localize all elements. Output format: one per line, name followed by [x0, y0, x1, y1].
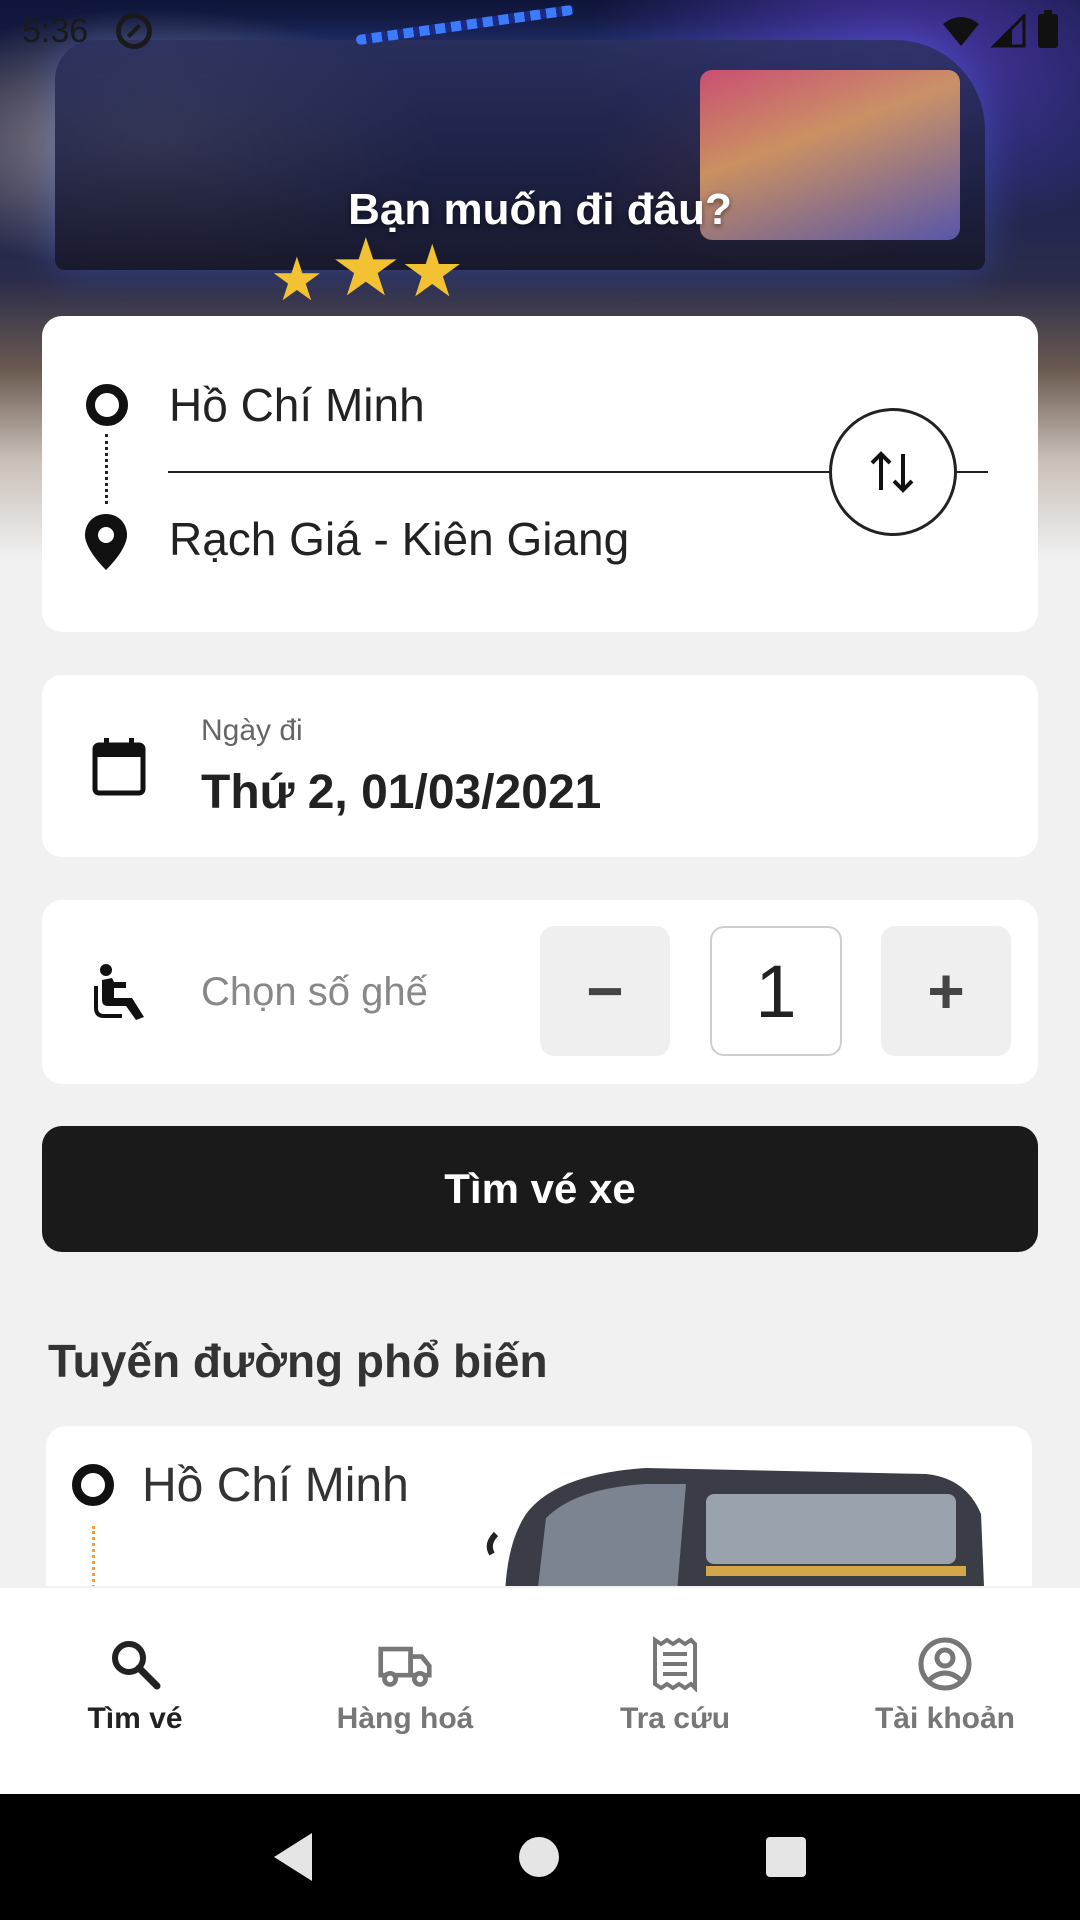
seat-label: Chọn số ghế [201, 970, 428, 1014]
nav-hang-hoa[interactable]: Hàng hoá [270, 1588, 540, 1794]
destination-field[interactable]: Rạch Giá - Kiên Giang [169, 512, 629, 566]
account-icon [918, 1637, 972, 1691]
search-icon [112, 1641, 161, 1690]
origin-circle-icon [86, 384, 128, 426]
calendar-icon [92, 738, 146, 796]
date-label: Ngày đi [201, 714, 303, 747]
popular-route-card[interactable]: Hồ Chí Minh [46, 1426, 1032, 1586]
seat-icon [94, 964, 144, 1020]
nav-label: Tìm vé [87, 1702, 183, 1735]
swap-arrows-icon [870, 451, 914, 493]
route-connector [105, 434, 108, 504]
swap-route-button[interactable] [829, 408, 957, 536]
location-pin-icon [85, 514, 127, 570]
battery-icon [1038, 10, 1058, 48]
status-bar: 5:36 [0, 0, 1080, 62]
hero-title: Bạn muốn đi đâu? [348, 185, 732, 234]
route-connector [92, 1526, 95, 1586]
nav-tra-cuu[interactable]: Tra cứu [540, 1588, 810, 1794]
origin-field[interactable]: Hồ Chí Minh [169, 378, 425, 432]
status-time: 5:36 [22, 11, 89, 50]
nav-label: Tài khoản [874, 1702, 1016, 1735]
truck-icon [378, 1646, 432, 1687]
nav-label: Tra cứu [619, 1702, 731, 1735]
star-icon: ★ [330, 223, 402, 312]
decrease-seat-button[interactable]: − [540, 926, 670, 1056]
dnd-icon [116, 13, 153, 49]
home-icon[interactable] [518, 1837, 559, 1877]
date-card[interactable]: Ngày đi Thứ 2, 01/03/2021 [42, 675, 1038, 857]
bus-image [486, 1468, 984, 1586]
cell-signal-icon [990, 14, 1026, 48]
recent-apps-icon[interactable] [766, 1837, 807, 1877]
wifi-icon [943, 17, 979, 46]
nav-tai-khoan[interactable]: Tài khoản [810, 1588, 1080, 1794]
increase-seat-button[interactable]: + [881, 926, 1011, 1056]
popular-route-origin: Hồ Chí Minh [142, 1459, 409, 1512]
back-icon[interactable] [273, 1833, 312, 1881]
seat-quantity[interactable]: 1 [710, 926, 842, 1056]
origin-circle-icon [72, 1464, 114, 1506]
receipt-icon [653, 1636, 697, 1692]
date-value[interactable]: Thứ 2, 01/03/2021 [201, 765, 601, 820]
search-ticket-button[interactable]: Tìm vé xe [42, 1126, 1038, 1252]
bottom-navigation: Tìm vé Hàng hoá Tra cứu Tài khoản [0, 1588, 1080, 1794]
route-card: Hồ Chí Minh Rạch Giá - Kiên Giang [42, 316, 1038, 632]
popular-routes-title: Tuyến đường phổ biến [48, 1335, 548, 1387]
system-navigation-bar [0, 1794, 1080, 1920]
nav-label: Hàng hoá [336, 1702, 474, 1735]
nav-tim-ve[interactable]: Tìm vé [0, 1588, 270, 1794]
star-icon: ★ [270, 246, 324, 313]
star-icon: ★ [400, 232, 465, 312]
seat-card: Chọn số ghế − 1 + [42, 900, 1038, 1084]
